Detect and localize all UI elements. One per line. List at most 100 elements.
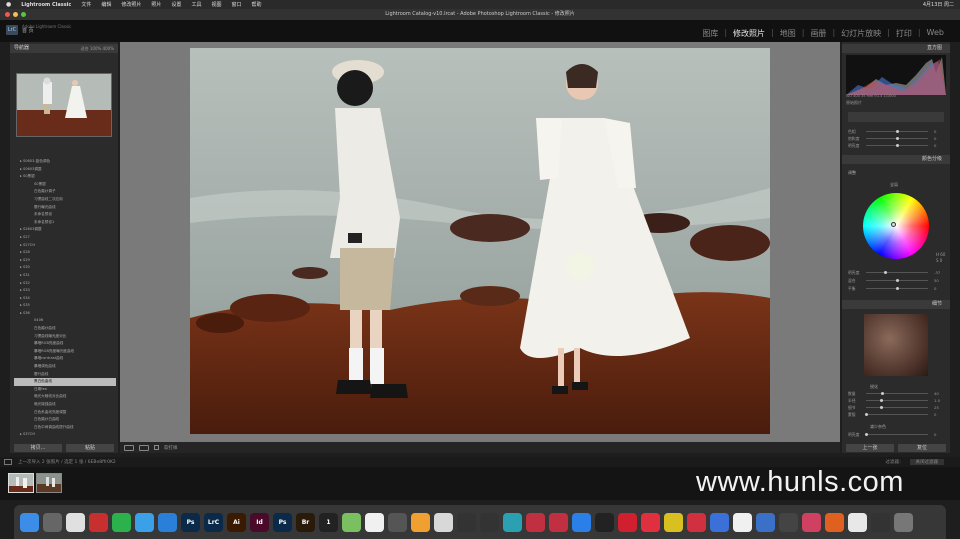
launchpad-icon[interactable] (43, 512, 62, 532)
module-3[interactable]: 画册 (810, 28, 826, 39)
filmstrip-info[interactable]: 上一次导入 2 张照片 / 选定 1 张 / 6EBe8ffr0K2 (18, 459, 116, 465)
slider-value[interactable]: 0 (934, 412, 936, 417)
slider-knob[interactable] (884, 270, 888, 274)
tool-strip[interactable] (848, 112, 944, 122)
reset-button[interactable]: 复位 (898, 444, 946, 452)
photos-icon[interactable] (411, 512, 430, 532)
slider-knob[interactable] (895, 286, 899, 290)
preset-item[interactable]: 暗光大暗线对比曲线 (14, 393, 116, 401)
previous-button[interactable]: 上一张 (846, 444, 894, 452)
preset-folder[interactable]: ▸ S31 (14, 272, 116, 280)
before-after-icon[interactable] (139, 444, 149, 451)
app11-icon[interactable] (687, 512, 706, 532)
histogram-header[interactable]: 直方图 (842, 44, 950, 53)
slider-track[interactable] (866, 391, 928, 395)
preset-folder[interactable]: ▸ S36 (14, 310, 116, 318)
app14-icon[interactable] (756, 512, 775, 532)
slider-value[interactable]: -37 (934, 270, 940, 275)
slider-track[interactable] (866, 398, 928, 402)
app-icon[interactable] (89, 512, 108, 532)
bridge-icon[interactable]: Br (296, 512, 315, 532)
menu-item[interactable]: 设置 (171, 1, 181, 8)
preset-item[interactable]: 履行曝光曲线 (14, 204, 116, 212)
preset-folder[interactable]: ▸ S0603调整 (14, 166, 116, 174)
preset-item[interactable]: S0黑银 (14, 181, 116, 189)
preset-item[interactable]: 0406 (14, 317, 116, 325)
slider-value[interactable]: 40 (934, 391, 939, 396)
module-1[interactable]: 修改照片 (733, 28, 765, 39)
zoom-window-icon[interactable] (21, 12, 26, 17)
app18-icon[interactable] (871, 512, 890, 532)
indesign-icon[interactable]: Id (250, 512, 269, 532)
slider-knob[interactable] (880, 405, 883, 409)
preset-folder[interactable]: ▸ S28 (14, 249, 116, 257)
minimize-window-icon[interactable] (13, 12, 18, 17)
finder-icon[interactable] (20, 512, 39, 532)
app5-icon[interactable] (503, 512, 522, 532)
slider-knob[interactable] (895, 143, 899, 147)
slider-knob[interactable] (881, 391, 885, 395)
music-icon[interactable] (641, 512, 660, 532)
app2-icon[interactable] (365, 512, 384, 532)
app6-icon[interactable] (526, 512, 545, 532)
preset-item[interactable]: 白色婚纱调子 (14, 188, 116, 196)
slider-value[interactable]: 0 (934, 136, 936, 141)
app8-icon[interactable] (595, 512, 614, 532)
preset-item[interactable]: 白色系曲线亮度调整 (14, 409, 116, 417)
original-photo-toggle[interactable]: 原始照片 (846, 100, 862, 106)
slider-value[interactable]: 1.0 (934, 398, 940, 403)
preset-folder[interactable]: ▸ S2603调整 (14, 226, 116, 234)
color-grading-header[interactable]: 颜色分级 (842, 155, 950, 164)
preset-item[interactable]: 日期feo (14, 386, 116, 394)
slider-track[interactable] (866, 278, 928, 282)
slider-value[interactable]: 50 (934, 278, 939, 283)
preset-item[interactable]: 未命名预设 (14, 211, 116, 219)
preset-folder[interactable]: ▸ S34 (14, 295, 116, 303)
filmstrip-thumbnail[interactable] (36, 473, 62, 493)
preset-item[interactable]: 白色婚纱曲线 (14, 325, 116, 333)
app10-icon[interactable] (664, 512, 683, 532)
module-2[interactable]: 地图 (780, 28, 796, 39)
slider-value[interactable]: 0 (934, 143, 936, 148)
app15-icon[interactable] (779, 512, 798, 532)
preset-item[interactable]: 白色婚纱白曲线 (14, 416, 116, 424)
app12-icon[interactable] (710, 512, 729, 532)
module-4[interactable]: 幻灯片放映 (841, 28, 881, 39)
preset-folder[interactable]: ▸ S37CH (14, 431, 116, 439)
grid-view-icon[interactable] (4, 459, 12, 465)
slider-value[interactable]: 25 (934, 405, 939, 410)
preset-folder[interactable]: ▸ S33 (14, 287, 116, 295)
preset-folder[interactable]: ▸ S35 (14, 302, 116, 310)
color-wheel-handle[interactable] (891, 222, 896, 227)
slider-knob[interactable] (880, 398, 883, 402)
preset-item[interactable]: 暴晒RGB亮度曲线 (14, 340, 116, 348)
preset-folder[interactable]: ▸ S32 (14, 280, 116, 288)
menu-item[interactable]: 窗口 (231, 1, 241, 8)
video-icon[interactable] (457, 512, 476, 532)
filter-select[interactable]: 关闭过滤器 (909, 459, 944, 465)
module-0[interactable]: 图库 (702, 28, 718, 39)
slider-track[interactable] (864, 432, 928, 436)
menu-item[interactable]: 修改照片 (121, 1, 141, 8)
filmstrip-thumbnail[interactable] (8, 473, 34, 493)
menu-item[interactable]: 文件 (81, 1, 91, 8)
appstore-icon[interactable] (572, 512, 591, 532)
slider-knob[interactable] (864, 432, 868, 436)
color-wheel[interactable] (863, 193, 929, 259)
slider-track[interactable] (866, 143, 928, 147)
finalcut-icon[interactable] (480, 512, 499, 532)
preset-item[interactable]: 暴晒RGB亮度曝光度曲线 (14, 348, 116, 356)
map-icon[interactable] (342, 512, 361, 532)
preset-item[interactable]: 黑白色曲线 (14, 378, 116, 386)
close-window-icon[interactable] (5, 12, 10, 17)
copy-button[interactable]: 拷贝... (14, 444, 62, 452)
menu-item[interactable]: 视图 (211, 1, 221, 8)
app7-icon[interactable] (549, 512, 568, 532)
slider-knob[interactable] (895, 136, 899, 140)
preset-item[interactable]: 暗光增强曲线 (14, 401, 116, 409)
paste-button[interactable]: 粘贴 (66, 444, 114, 452)
menu-item[interactable]: 帮助 (251, 1, 261, 8)
detail-header[interactable]: 细节 (842, 300, 950, 309)
histogram[interactable] (846, 55, 946, 95)
preset-item[interactable]: 履行曲线 (14, 371, 116, 379)
